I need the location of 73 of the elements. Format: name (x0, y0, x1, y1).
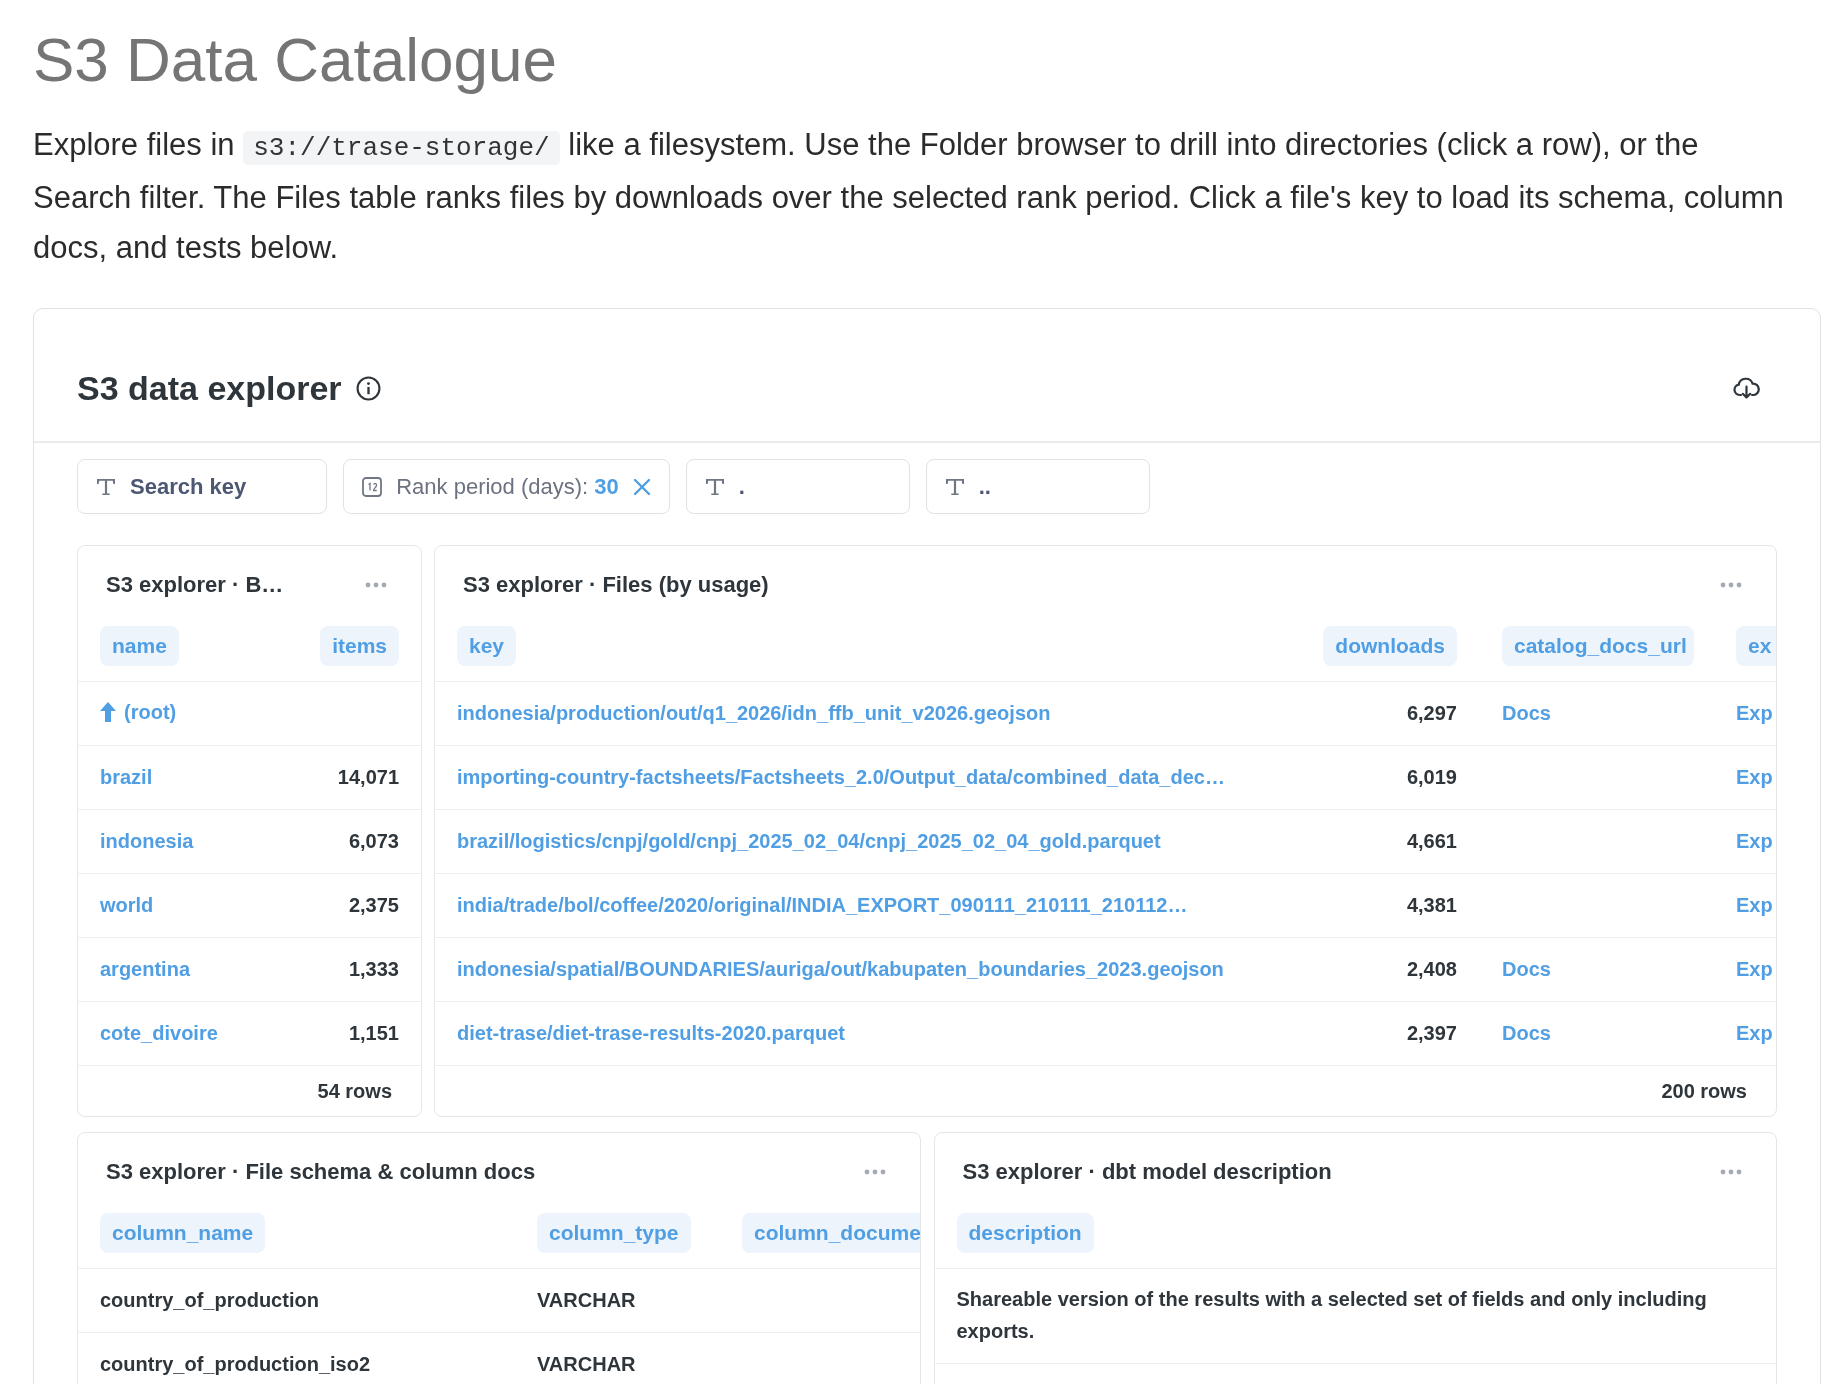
table-cell-text: country_of_production_iso2 (100, 1353, 372, 1376)
more-icon[interactable] (1720, 582, 1742, 588)
filter-widget[interactable]: . (685, 459, 910, 514)
more-icon[interactable] (863, 1169, 886, 1175)
folder-link[interactable]: indonesia (100, 830, 194, 853)
table-cell-text: country_of_production (100, 1289, 320, 1312)
cell-link[interactable]: Exp (1736, 766, 1773, 789)
info-icon[interactable] (355, 375, 381, 401)
file-key-link[interactable]: importing-country-factsheets/Factsheets_2.0/Output_data/combined_data_dec… (457, 766, 1225, 789)
file-key-link[interactable]: india/trade/bol/coffee/2020/original/INDIA_EXPORT_090111_210111_210112… (457, 894, 1188, 917)
cell-link[interactable]: Exp (1736, 830, 1773, 853)
table-cell: 4,661 (1406, 830, 1457, 853)
column-header[interactable]: catalog_docs_url (1502, 626, 1694, 666)
folder-link[interactable]: argentina (100, 958, 191, 981)
cell-link[interactable]: Exp (1736, 702, 1773, 725)
more-icon[interactable] (365, 582, 387, 588)
table-cell: 2,375 (348, 894, 399, 917)
table-cell: 6,297 (1406, 702, 1457, 725)
column-header[interactable]: downloads (1323, 626, 1457, 666)
docs-link[interactable]: Docs (1502, 1022, 1551, 1045)
table-cell: 14,071 (337, 766, 399, 789)
table-cell: 6,073 (348, 830, 399, 853)
cell-link[interactable]: Exp (1736, 894, 1773, 917)
row-count: 54 rows (317, 1079, 392, 1103)
text-icon (704, 476, 725, 497)
folder-link[interactable]: world (100, 894, 154, 917)
column-header[interactable]: ex (1736, 626, 1776, 666)
filter-widget[interactable]: Search key (77, 459, 328, 514)
calendar-icon (362, 476, 383, 497)
column-header[interactable]: name (100, 626, 179, 666)
parent-folder-link[interactable]: (root) (100, 700, 177, 724)
column-header[interactable]: key (457, 626, 517, 666)
filter-widget[interactable]: Rank period (days): 30 (343, 459, 670, 514)
folder-link[interactable]: brazil (100, 766, 153, 789)
panel-title: S3 explorer · dbt model description (962, 1159, 1332, 1185)
cell-link[interactable]: Exp (1736, 958, 1773, 981)
page-title: S3 Data Catalogue (33, 24, 558, 96)
file-key-link[interactable]: indonesia/spatial/BOUNDARIES/auriga/out/kabupaten_boundaries_2023.geojson (457, 958, 1224, 981)
file-key-link[interactable]: indonesia/production/out/q1_2026/idn_ffb_unit_v2026.geojson (457, 702, 1051, 725)
table-cell-text: VARCHAR (537, 1353, 637, 1376)
panel-title: S3 explorer · Files (by usage) (463, 572, 769, 598)
text-icon (944, 476, 965, 497)
folder-link[interactable]: cote_divoire (100, 1022, 218, 1045)
table-cell: 1,333 (348, 958, 399, 981)
file-key-link[interactable]: brazil/logistics/cnpj/gold/cnpj_2025_02_04/cnpj_2025_02_04_gold.parquet (457, 830, 1161, 853)
panel-title: S3 explorer · File schema & column docs (106, 1159, 536, 1185)
table-cell: 6,019 (1406, 766, 1457, 789)
table-cell: 2,397 (1406, 1022, 1457, 1045)
table-cell: 4,381 (1406, 894, 1457, 917)
clear-button[interactable] (632, 477, 651, 496)
cell-link[interactable]: Exp (1736, 1022, 1773, 1045)
column-header[interactable]: description (956, 1213, 1094, 1253)
column-header[interactable]: column_name (100, 1213, 266, 1253)
filter-widget[interactable]: .. (925, 459, 1150, 514)
panel-title: S3 explorer · B… (106, 572, 284, 598)
dashboard-title: S3 data explorer (77, 368, 342, 409)
table-cell-text: VARCHAR (537, 1289, 637, 1312)
text-icon (96, 476, 116, 497)
more-icon[interactable] (1720, 1169, 1742, 1175)
row-count: 200 rows (1661, 1079, 1747, 1103)
close-icon (632, 477, 651, 496)
docs-link[interactable]: Docs (1502, 702, 1551, 725)
file-key-link[interactable]: diet-trase/diet-trase-results-2020.parquet (457, 1022, 845, 1045)
column-header[interactable]: column_type (537, 1213, 691, 1253)
column-header[interactable]: column_docume (742, 1213, 920, 1253)
up-arrow-icon (100, 702, 116, 723)
cloud-download-icon[interactable] (1733, 376, 1760, 400)
intro-paragraph: Explore files in s3://trase-storage/ like a filesystem. Use the Folder browser to drill into directories (click a row), or the Search filter. The Files table ranks files by downloads over the selected rank period. Click a file's key to load its schema, column docs, and tests below. (33, 126, 1785, 267)
table-cell: 2,408 (1406, 958, 1457, 981)
docs-link[interactable]: Docs (1502, 958, 1551, 981)
column-header[interactable]: items (320, 626, 399, 666)
table-cell-text: Shareable version of the results with a selected set of fields and only including exports. (956, 1287, 1708, 1344)
table-cell: 1,151 (348, 1022, 399, 1045)
